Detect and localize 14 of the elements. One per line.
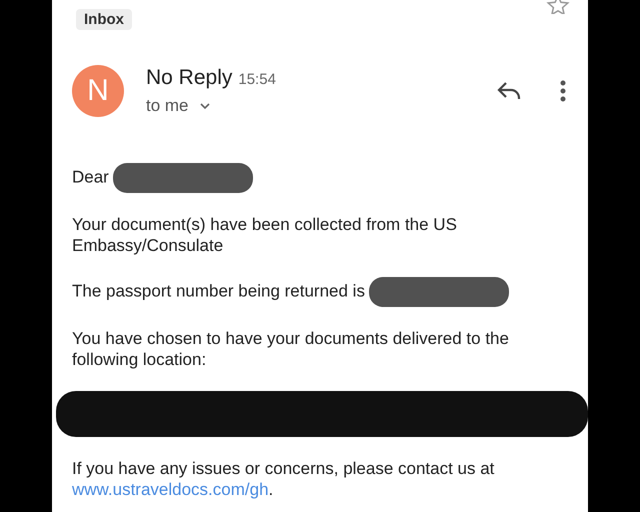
chevron-icon[interactable] — [198, 102, 211, 110]
more-icon[interactable] — [560, 80, 566, 102]
recipient-label: to me — [146, 96, 189, 116]
message-time: 15:54 — [238, 71, 276, 88]
body-text: The passport number being returned is — [72, 281, 365, 300]
body-text: Your document(s) have been collected from the US Embassy/Consulate — [72, 215, 457, 255]
sender-name: No Reply — [146, 66, 232, 89]
inbox-label[interactable]: Inbox — [76, 9, 132, 30]
body-text: Dear — [72, 167, 109, 186]
sender-avatar: N — [72, 65, 124, 117]
star-icon[interactable] — [546, 0, 570, 14]
reply-icon[interactable] — [496, 81, 522, 101]
body-text: You have chosen to have your documents delivered to the following location: — [72, 329, 509, 369]
body-text: If you have any issues or concerns, please contact us at www.ustraveldocs.com/gh. — [72, 459, 494, 499]
